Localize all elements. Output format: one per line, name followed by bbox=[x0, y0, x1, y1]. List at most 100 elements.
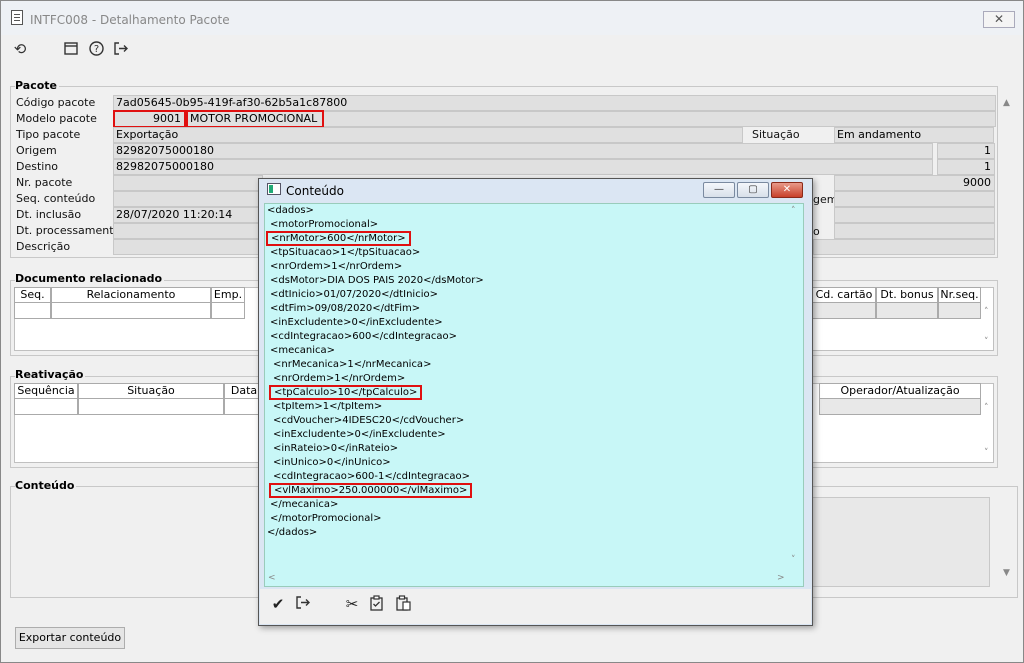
dialog-close-button[interactable]: ✕ bbox=[771, 182, 803, 198]
doc-cell[interactable] bbox=[14, 302, 51, 319]
close-button[interactable]: ✕ bbox=[983, 11, 1015, 28]
xml-line: <inExcludente>0</inExcludente> bbox=[270, 317, 443, 328]
xml-line: <dtFim>09/08/2020</dtFim> bbox=[270, 303, 421, 314]
modelo-name-field[interactable]: MOTOR PROMOCIONAL bbox=[186, 110, 324, 128]
xml-line: <dados> bbox=[267, 205, 314, 216]
doc-col-nr-seq[interactable]: Nr.seq. bbox=[938, 287, 981, 303]
xml-line: <tpItem>1</tpItem> bbox=[273, 401, 383, 412]
situacao-field[interactable]: Em andamento bbox=[834, 127, 994, 143]
origem-label: Origem bbox=[16, 144, 57, 157]
doc-scroll-down[interactable]: ˅ bbox=[984, 337, 989, 347]
doc-cell[interactable] bbox=[51, 302, 211, 319]
situacao-label: Situação bbox=[752, 128, 800, 141]
doc-scroll-up[interactable]: ˄ bbox=[984, 307, 989, 317]
destino-field[interactable]: 82982075000180 bbox=[113, 159, 933, 175]
xml-line: <motorPromocional> bbox=[270, 219, 379, 230]
calendar-icon[interactable] bbox=[63, 41, 79, 57]
dt-processamento-field[interactable] bbox=[113, 223, 263, 239]
conteudo-group-label: Conteúdo bbox=[15, 479, 77, 492]
seq-conteudo-field[interactable] bbox=[113, 191, 263, 207]
doc-col-cd-cartao[interactable]: Cd. cartão bbox=[812, 287, 876, 303]
reativacao-group-label: Reativação bbox=[15, 368, 86, 381]
conteudo-text-area[interactable] bbox=[812, 497, 990, 587]
modelo-code-field[interactable]: 9001 bbox=[113, 110, 186, 128]
doc-col-relacionamento[interactable]: Relacionamento bbox=[51, 287, 211, 303]
destino-label: Destino bbox=[16, 160, 59, 173]
xml-line: <inRateio>0</inRateio> bbox=[273, 443, 399, 454]
refresh-icon[interactable]: ⟲ bbox=[12, 41, 28, 57]
xml-line: <cdIntegracao>600-1</cdIntegracao> bbox=[273, 471, 471, 482]
check-icon[interactable]: ✔ bbox=[269, 595, 287, 613]
reat-cell[interactable] bbox=[14, 398, 78, 415]
xml-scroll-down[interactable]: ˅ bbox=[791, 555, 796, 565]
exit-icon[interactable] bbox=[113, 41, 129, 57]
dialog-window-icon bbox=[267, 183, 281, 195]
reat-col-situacao[interactable]: Situação bbox=[78, 383, 224, 399]
descricao-field-right[interactable] bbox=[813, 239, 995, 255]
xml-line: <dtInicio>01/07/2020</dtInicio> bbox=[270, 289, 438, 300]
xml-scroll-left[interactable]: < bbox=[268, 573, 276, 583]
cut-icon[interactable]: ✂ bbox=[343, 595, 361, 613]
xml-line: </dados> bbox=[267, 527, 318, 538]
nr-pacote-label: Nr. pacote bbox=[16, 176, 73, 189]
reat-cell[interactable] bbox=[78, 398, 224, 415]
dt-inclusao-label: Dt. inclusão bbox=[16, 208, 82, 221]
doc-cell[interactable] bbox=[211, 302, 245, 319]
origem-field[interactable]: 82982075000180 bbox=[113, 143, 933, 159]
nr-pacote-left-field[interactable] bbox=[113, 175, 263, 191]
xml-line: <tpCalculo>10</tpCalculo> bbox=[269, 385, 423, 400]
doc-col-dt-bonus[interactable]: Dt. bonus bbox=[876, 287, 938, 303]
svg-text:?: ? bbox=[93, 44, 98, 55]
destino-num-field[interactable]: 1 bbox=[937, 159, 995, 175]
help-icon[interactable]: ? bbox=[88, 41, 104, 57]
copy-icon[interactable] bbox=[368, 595, 386, 613]
reat-scroll-up[interactable]: ˄ bbox=[984, 403, 989, 413]
xml-line: <inExcludente>0</inExcludente> bbox=[273, 429, 446, 440]
xml-text: <dados> <motorPromocional> <nrMotor>600</n… bbox=[266, 204, 787, 544]
nr-pacote-field[interactable]: 9000 bbox=[834, 175, 995, 191]
tipo-pacote-label: Tipo pacote bbox=[16, 128, 81, 141]
codigo-pacote-label: Código pacote bbox=[16, 96, 96, 109]
reat-col-sequencia[interactable]: Sequência bbox=[14, 383, 78, 399]
codigo-pacote-field[interactable]: 7ad05645-0b95-419f-af30-62b5a1c87800 bbox=[113, 95, 996, 111]
minimize-button[interactable]: — bbox=[703, 182, 735, 198]
reat-cell[interactable] bbox=[819, 398, 981, 415]
xml-line: <inUnico>0</inUnico> bbox=[273, 457, 391, 468]
doc-col-seq[interactable]: Seq. bbox=[14, 287, 51, 303]
documento-group-label: Documento relacionado bbox=[15, 272, 165, 285]
seq-right-field[interactable] bbox=[834, 191, 995, 207]
processamento-partial-label: o bbox=[813, 225, 820, 238]
xml-line: </motorPromocional> bbox=[270, 513, 382, 524]
xml-line: </mecanica> bbox=[270, 499, 339, 510]
doc-cell[interactable] bbox=[876, 302, 938, 319]
xml-line: <nrMecanica>1</nrMecanica> bbox=[273, 359, 432, 370]
dt-processamento-label: Dt. processamento bbox=[16, 224, 121, 237]
doc-cell[interactable] bbox=[812, 302, 876, 319]
tipo-pacote-field[interactable]: Exportação bbox=[113, 127, 743, 143]
reat-scroll-down[interactable]: ˅ bbox=[984, 448, 989, 458]
xml-scroll-right[interactable]: > bbox=[777, 573, 785, 583]
seq-conteudo-label: Seq. conteúdo bbox=[16, 192, 96, 205]
export-content-button[interactable]: Exportar conteúdo bbox=[15, 627, 125, 649]
main-scroll-up[interactable]: ▲ bbox=[1003, 98, 1017, 116]
xml-line: <nrOrdem>1</nrOrdem> bbox=[270, 261, 403, 272]
descricao-field-left[interactable] bbox=[113, 239, 263, 255]
xml-line: <vlMaximo>250.000000</vlMaximo> bbox=[269, 483, 473, 498]
paste-icon[interactable] bbox=[394, 595, 412, 613]
maximize-button[interactable]: ▢ bbox=[737, 182, 769, 198]
origem-num-field[interactable]: 1 bbox=[937, 143, 995, 159]
descricao-label: Descrição bbox=[16, 240, 71, 253]
doc-col-emp[interactable]: Emp. bbox=[211, 287, 245, 303]
doc-cell[interactable] bbox=[938, 302, 981, 319]
xml-line: <cdVoucher>4IDESC20</cdVoucher> bbox=[273, 415, 465, 426]
inclusao-right-field[interactable] bbox=[834, 207, 995, 223]
pacote-group-label: Pacote bbox=[15, 79, 59, 92]
reat-col-operador[interactable]: Operador/Atualização bbox=[819, 383, 981, 399]
xml-line: <mecanica> bbox=[270, 345, 336, 356]
dt-inclusao-field[interactable]: 28/07/2020 11:20:14 bbox=[113, 207, 263, 223]
dialog-title: Conteúdo bbox=[286, 184, 344, 198]
processamento-right-field[interactable] bbox=[834, 223, 995, 239]
dialog-exit-icon[interactable] bbox=[294, 595, 312, 613]
xml-line: <nrOrdem>1</nrOrdem> bbox=[273, 373, 406, 384]
xml-scroll-up[interactable]: ˄ bbox=[791, 206, 796, 216]
